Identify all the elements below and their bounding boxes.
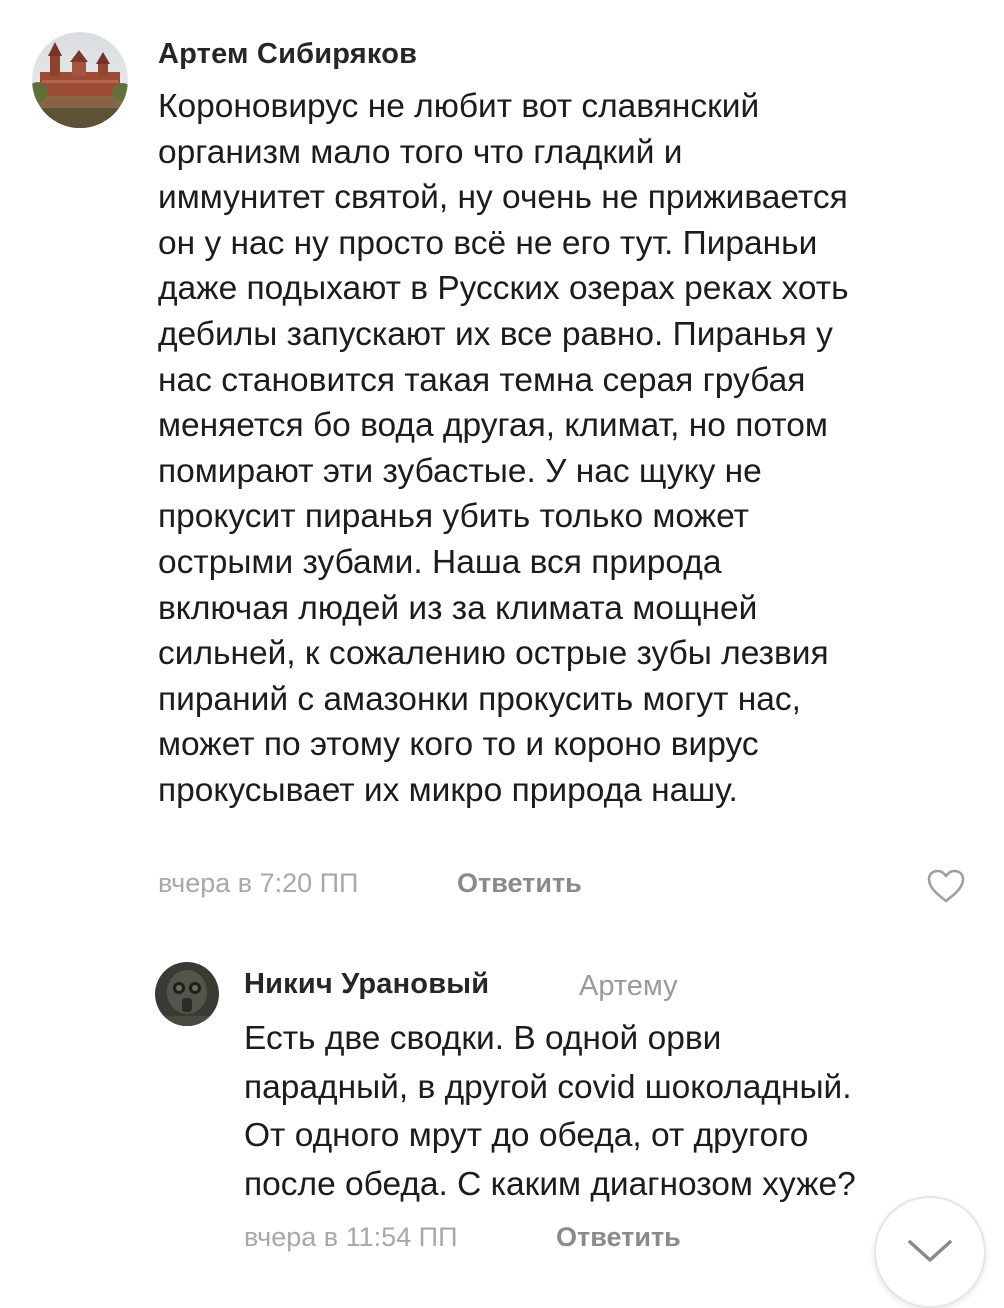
castle-photo-avatar <box>32 32 128 128</box>
comment-text: Есть две сводки. В одной орви парадный, … <box>244 1020 856 1203</box>
scroll-down-button[interactable] <box>874 1196 986 1308</box>
comment: Артем Сибиряков Короновирус не любит вот… <box>0 0 1004 940</box>
comment-text: Короновирус не любит вот славянский орга… <box>158 88 849 809</box>
reply-to-label[interactable]: Артему <box>579 970 678 1003</box>
like-button[interactable] <box>926 868 966 904</box>
author-name[interactable]: Артем Сибиряков <box>158 38 417 71</box>
heart-icon <box>927 869 965 903</box>
avatar[interactable] <box>32 32 128 128</box>
author-name[interactable]: Никич Урановый <box>244 968 489 1001</box>
avatar[interactable] <box>155 962 219 1026</box>
chevron-down-icon <box>908 1240 952 1262</box>
reply-button[interactable]: Ответить <box>457 868 582 899</box>
reply-button[interactable]: Ответить <box>556 1222 681 1253</box>
gas-mask-avatar <box>155 962 219 1026</box>
timestamp: вчера в 11:54 ПП <box>244 1222 458 1252</box>
timestamp: вчера в 7:20 ПП <box>158 868 359 898</box>
